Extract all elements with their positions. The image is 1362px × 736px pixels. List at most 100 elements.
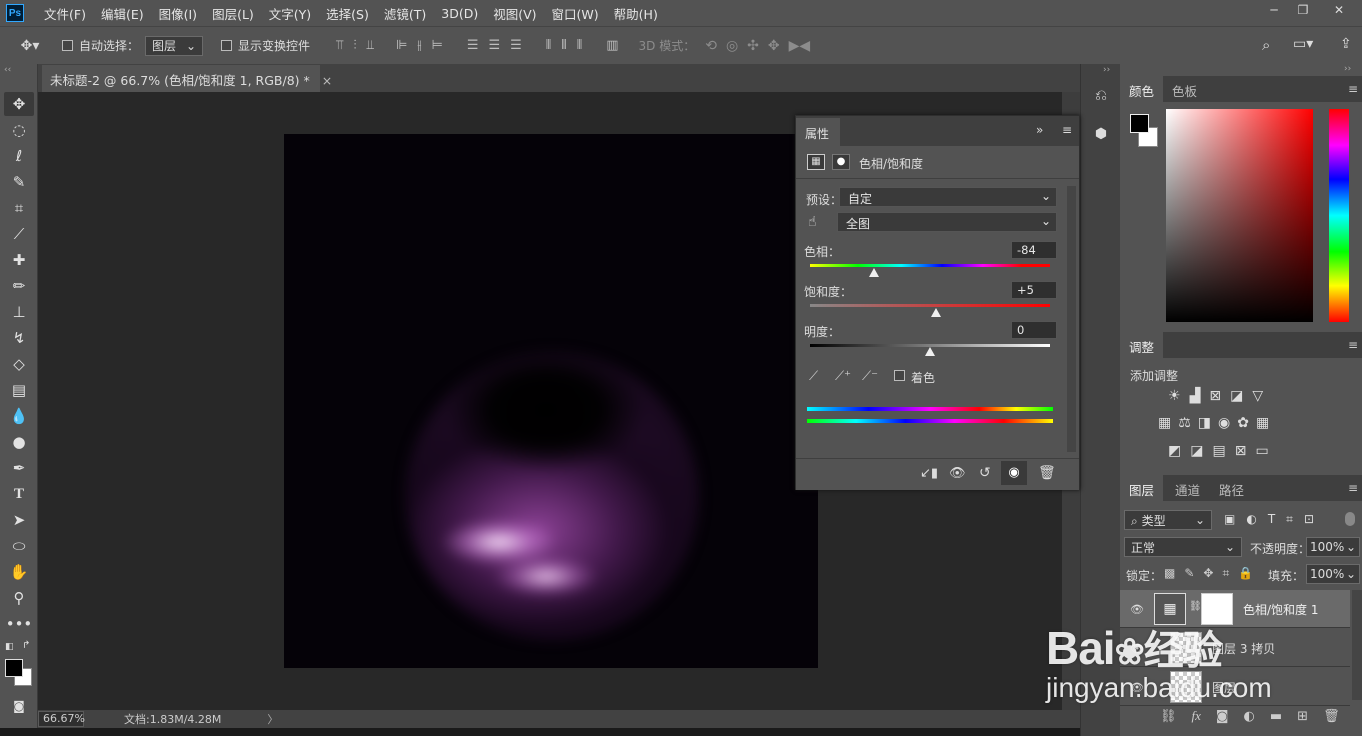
menu-3d[interactable]: 3D(D) <box>441 6 478 21</box>
properties-scrollbar[interactable] <box>1067 186 1076 452</box>
close-window-icon[interactable]: ✕ <box>1328 3 1350 21</box>
saturation-slider-thumb[interactable] <box>931 308 941 317</box>
more-tools-icon[interactable]: ••• <box>4 612 34 636</box>
lock-transparent-icon[interactable]: ▩ <box>1164 566 1175 581</box>
hue-slider-thumb[interactable] <box>869 268 879 277</box>
collapse-right-panels-icon[interactable]: ›› <box>1344 64 1351 74</box>
close-tab-icon[interactable]: × <box>322 73 332 88</box>
distribute-hcenter-icon[interactable]: ⫴ <box>561 38 566 53</box>
eyedropper-subtract-icon[interactable]: ⟋⁻ <box>862 369 878 384</box>
reset-icon[interactable]: ↺ <box>979 465 991 481</box>
filter-pixel-icon[interactable]: ▣ <box>1224 512 1235 527</box>
tab-paths[interactable]: 路径 <box>1210 475 1253 501</box>
new-adjustment-icon[interactable]: ◐ <box>1244 709 1255 724</box>
delete-adjustment-icon[interactable]: 🗑 <box>1038 465 1056 481</box>
channel-mixer-icon[interactable]: ✿ <box>1237 415 1249 431</box>
align-right-icon[interactable]: ⊨ <box>432 38 443 53</box>
collapse-panel-icon[interactable]: » <box>1036 123 1043 137</box>
auto-select-checkbox[interactable] <box>62 40 73 51</box>
distribute-vcenter-icon[interactable]: ☰ <box>488 38 500 53</box>
hue-spectrum-bar[interactable] <box>1329 109 1349 322</box>
view-previous-icon[interactable]: 👁 <box>949 466 966 481</box>
tab-channels[interactable]: 通道 <box>1166 475 1209 501</box>
quick-select-tool-icon[interactable]: ✎ <box>4 170 34 194</box>
3d-pan-icon[interactable]: ✣ <box>747 38 759 54</box>
eye-icon[interactable]: 👁 <box>1130 603 1144 616</box>
curves-icon[interactable]: ⊠ <box>1209 388 1221 404</box>
collapse-toolbar-icon[interactable]: ‹‹ <box>4 65 11 75</box>
link-layers-icon[interactable]: ⛓ <box>1160 709 1177 724</box>
toggle-visibility-icon[interactable]: ◉ <box>1001 461 1027 485</box>
photo-filter-icon[interactable]: ◉ <box>1218 415 1230 431</box>
menu-image[interactable]: 图像(I) <box>159 4 197 23</box>
pen-tool-icon[interactable]: ✒ <box>4 456 34 480</box>
filter-type-icon[interactable]: T <box>1268 512 1275 527</box>
delete-layer-icon[interactable]: 🗑 <box>1323 709 1340 724</box>
panel-menu-icon[interactable]: ≡ <box>1062 123 1072 137</box>
lasso-tool-icon[interactable]: ℓ <box>4 144 34 168</box>
quick-mask-icon[interactable]: ◙ <box>4 694 34 718</box>
selective-color-icon[interactable]: ⊠ <box>1235 443 1247 459</box>
3d-roll-icon[interactable]: ◎ <box>726 38 738 54</box>
photoshop-app-icon[interactable]: Ps <box>6 4 24 22</box>
dodge-tool-icon[interactable]: ● <box>4 430 34 454</box>
default-colors-icon[interactable]: ◧ <box>5 642 14 652</box>
move-tool-icon[interactable]: ✥ <box>4 92 34 116</box>
align-hcenter-icon[interactable]: ⫲ <box>417 38 421 53</box>
gradient-tool-icon[interactable]: ▤ <box>4 378 34 402</box>
lock-image-icon[interactable]: ✎ <box>1184 566 1194 581</box>
path-select-tool-icon[interactable]: ➤ <box>4 508 34 532</box>
filter-smart-icon[interactable]: ⊡ <box>1304 512 1314 527</box>
foreground-color-chip[interactable] <box>1130 114 1149 133</box>
document-tab[interactable]: 未标题-2 @ 66.7% (色相/饱和度 1, RGB/8) * × <box>42 65 332 92</box>
tab-swatches[interactable]: 色板 <box>1163 76 1206 102</box>
layer-filter-dropdown[interactable]: ⌕ 类型 ⌄ <box>1124 510 1212 530</box>
threshold-icon[interactable]: ▤ <box>1212 443 1225 459</box>
status-menu-arrow-icon[interactable]: 〉 <box>267 711 278 727</box>
menu-window[interactable]: 窗口(W) <box>552 4 599 23</box>
restore-icon[interactable]: ❐ <box>1292 3 1314 21</box>
brightness-icon[interactable]: ☀ <box>1168 388 1181 404</box>
tab-adjustments[interactable]: 调整 <box>1120 332 1164 358</box>
menu-filter[interactable]: 滤镜(T) <box>384 4 426 23</box>
3d-orbit-icon[interactable]: ⟲ <box>705 38 717 54</box>
new-group-icon[interactable]: ▬ <box>1270 709 1282 724</box>
adjustments-panel-menu-icon[interactable]: ≡ <box>1348 338 1358 352</box>
3d-slide-icon[interactable]: ✥ <box>768 38 780 54</box>
menu-edit[interactable]: 编辑(E) <box>101 4 144 23</box>
minimize-icon[interactable]: ─ <box>1263 3 1285 21</box>
menu-layer[interactable]: 图层(L) <box>212 4 254 23</box>
lock-all-icon[interactable]: 🔒 <box>1238 566 1253 581</box>
exposure-icon[interactable]: ◪ <box>1230 388 1243 404</box>
expand-panels-icon[interactable]: ›› <box>1103 65 1110 75</box>
fx-icon[interactable]: fx <box>1192 708 1201 724</box>
eraser-tool-icon[interactable]: ◇ <box>4 352 34 376</box>
tab-color[interactable]: 颜色 <box>1120 76 1164 102</box>
menu-help[interactable]: 帮助(H) <box>614 4 658 23</box>
vibrance-icon[interactable]: ▽ <box>1252 388 1263 404</box>
align-bottom-icon[interactable]: ⫫ <box>367 38 374 53</box>
search-icon[interactable]: ⌕ <box>1262 36 1270 54</box>
brush-tool-icon[interactable]: ✏ <box>4 274 34 298</box>
invert-icon[interactable]: ◩ <box>1168 443 1181 459</box>
auto-align-icon[interactable]: ▥ <box>606 38 618 53</box>
foreground-color-swatch[interactable] <box>5 659 23 677</box>
gradient-map-icon[interactable]: ▭ <box>1255 443 1268 459</box>
opacity-field[interactable]: 100% ⌄ <box>1306 537 1360 557</box>
3d-panel-icon[interactable]: ⬢ <box>1090 126 1112 148</box>
history-brush-tool-icon[interactable]: ↯ <box>4 326 34 350</box>
eyedropper-add-icon[interactable]: ⟋⁺ <box>835 369 851 384</box>
zoom-tool-icon[interactable]: ⚲ <box>4 586 34 610</box>
distribute-left-icon[interactable]: ⫴ <box>546 38 551 53</box>
blend-mode-dropdown[interactable]: 正常 ⌄ <box>1124 537 1242 557</box>
fill-field[interactable]: 100% ⌄ <box>1306 564 1360 584</box>
tab-layers[interactable]: 图层 <box>1120 475 1164 501</box>
layers-panel-menu-icon[interactable]: ≡ <box>1348 481 1358 495</box>
distribute-top-icon[interactable]: ☰ <box>467 38 479 53</box>
blur-tool-icon[interactable]: 💧 <box>4 404 34 428</box>
layers-scrollbar[interactable] <box>1352 590 1362 700</box>
move-tool-preset-icon[interactable]: ✥▾ <box>16 38 44 54</box>
color-field[interactable] <box>1166 109 1313 322</box>
filter-toggle[interactable] <box>1345 512 1355 526</box>
distribute-bottom-icon[interactable]: ☰ <box>510 38 522 53</box>
